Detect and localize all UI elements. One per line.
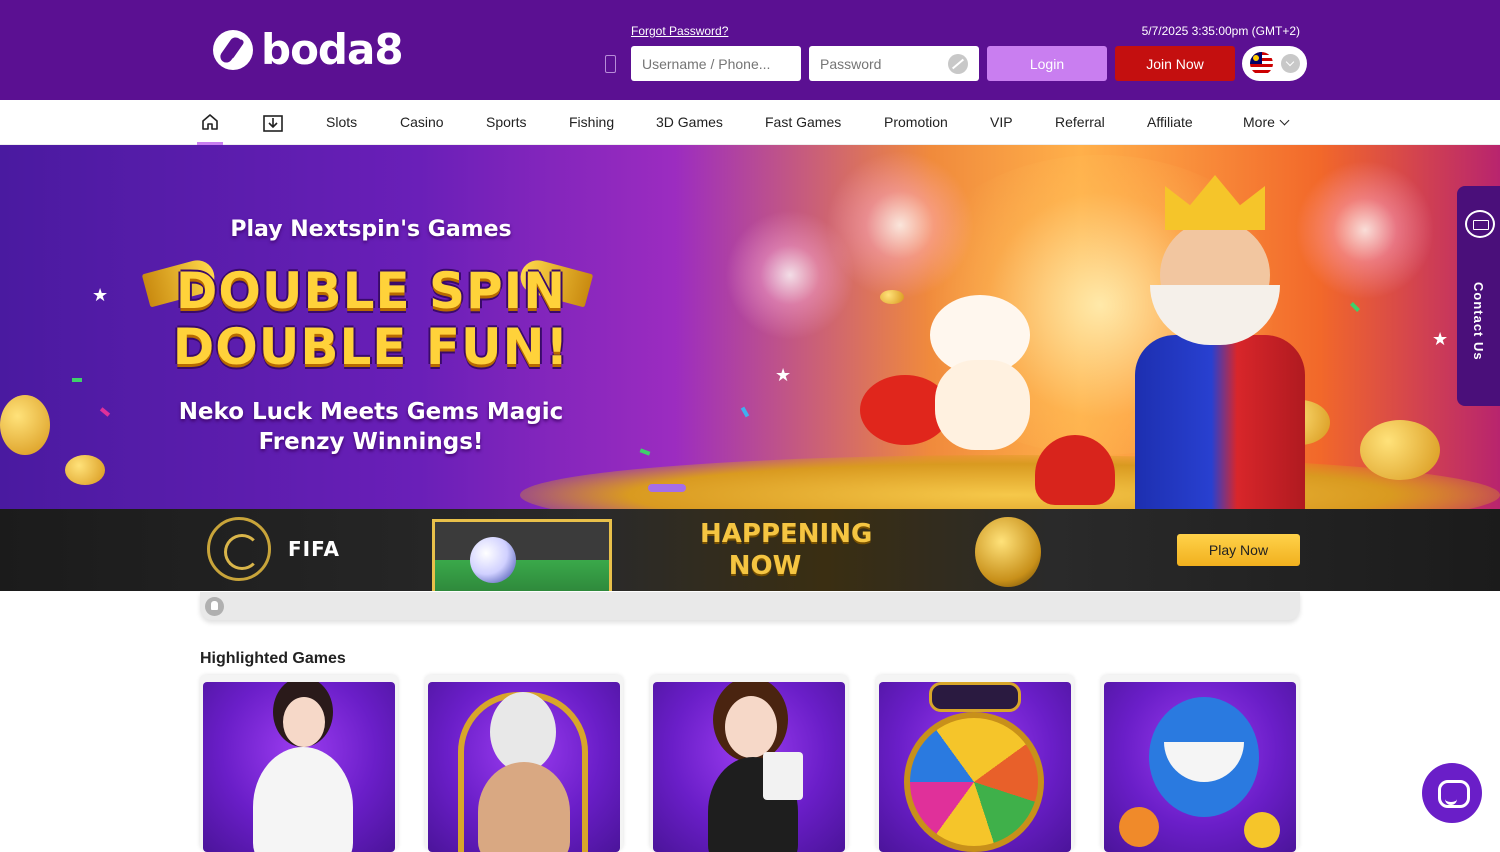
happening-line-2: NOW [728,551,802,581]
happening-now-text: HAPPENING NOW [700,518,873,582]
main-nav: Slots Casino Sports Fishing 3D Games Fas… [0,100,1500,145]
nav-item-referral[interactable]: Referral [1055,114,1105,130]
banner-description-line-1: Neko Luck Meets Gems Magic [178,399,564,425]
hero-banner[interactable]: ★ ★ ★ Play Nextspin's Games DOUBLE SPIN … [0,145,1500,509]
firework-decoration [820,145,980,305]
forgot-password-link[interactable]: Forgot Password? [631,24,728,38]
play-now-button[interactable]: Play Now [1177,534,1300,566]
nav-item-3d-games[interactable]: 3D Games [656,114,723,130]
lucky-cat-illustration [920,295,1050,450]
game-card[interactable] [425,675,623,852]
banner-subtitle: Play Nextspin's Games [230,217,512,242]
game-card[interactable] [1101,675,1299,852]
username-input[interactable] [631,46,801,81]
banner-title-line-2: DOUBLE FUN! [172,318,570,376]
game-card[interactable] [650,675,848,852]
coin-decoration [880,290,904,304]
download-icon [263,115,283,132]
brand-logo[interactable]: boda8 [213,25,404,74]
game-thumbnail-card-girl [653,682,845,852]
banner-description: Neko Luck Meets Gems Magic Frenzy Winnin… [0,397,742,457]
malaysia-flag-icon [1250,52,1273,75]
live-chat-button[interactable] [1422,763,1482,823]
login-button[interactable]: Login [987,46,1107,81]
game-thumbnail-zeus [428,682,620,852]
nav-item-affiliate[interactable]: Affiliate [1147,114,1193,130]
toggle-password-visibility-icon[interactable] [948,54,968,74]
phone-icon[interactable] [605,55,616,73]
nav-item-fishing[interactable]: Fishing [569,114,614,130]
coin-decoration [1360,420,1440,480]
contact-us-tab[interactable]: Contact Us [1457,186,1500,406]
king-character-illustration [1120,175,1340,509]
coin-decoration [65,455,105,485]
nav-item-promotion[interactable]: Promotion [884,114,948,130]
language-selector[interactable] [1242,46,1307,81]
contact-mail-icon [1465,210,1495,238]
chevron-down-icon [1281,54,1300,73]
banner-slide-indicator[interactable] [648,484,686,492]
home-icon [202,114,218,130]
bell-icon [205,597,224,616]
banner-title: DOUBLE SPIN DOUBLE FUN! [0,263,742,375]
current-datetime: 5/7/2025 3:35:00pm (GMT+2) [1141,24,1300,38]
nav-item-more[interactable]: More [1243,114,1290,130]
join-now-button[interactable]: Join Now [1115,46,1235,81]
trophy-icon [975,517,1041,587]
nav-download[interactable] [262,113,284,138]
nav-home[interactable] [197,100,223,145]
nav-item-sports[interactable]: Sports [486,114,526,130]
nav-item-slots[interactable]: Slots [326,114,357,130]
club-world-cup-emblem-icon [207,517,271,581]
star-decoration: ★ [1432,329,1449,349]
nav-item-vip[interactable]: VIP [990,114,1013,130]
nav-item-casino[interactable]: Casino [400,114,444,130]
chevron-down-icon [1279,115,1290,126]
brand-name: boda8 [261,25,404,74]
banner-description-line-2: Frenzy Winnings! [258,429,484,455]
top-header: boda8 Forgot Password? 5/7/2025 3:35:00p… [0,0,1500,100]
star-decoration: ★ [775,365,792,385]
highlighted-games-title: Highlighted Games [200,650,346,667]
brand-mark-icon [213,30,253,70]
confetti-decoration [72,378,82,382]
happening-line-1: HAPPENING [700,519,873,549]
nav-item-fast-games[interactable]: Fast Games [765,114,841,130]
game-card[interactable] [876,675,1074,852]
goal-illustration [432,519,612,591]
banner-title-line-1: DOUBLE SPIN [175,262,567,320]
confetti-decoration [740,406,750,418]
coin-pile [520,455,1500,509]
game-thumbnail-live-dealer [203,682,395,852]
game-card[interactable] [200,675,398,852]
game-thumbnail-win-wheel [879,682,1071,852]
contact-us-label: Contact Us [1471,282,1486,361]
soccer-ball-icon [470,537,516,583]
crown-icon [1165,175,1265,230]
lucky-pot-illustration [1035,435,1115,505]
nav-more-label: More [1243,114,1275,130]
game-thumbnail-shark [1104,682,1296,852]
fifa-logo: FIFA [288,537,340,561]
announcement-bar [200,592,1300,620]
